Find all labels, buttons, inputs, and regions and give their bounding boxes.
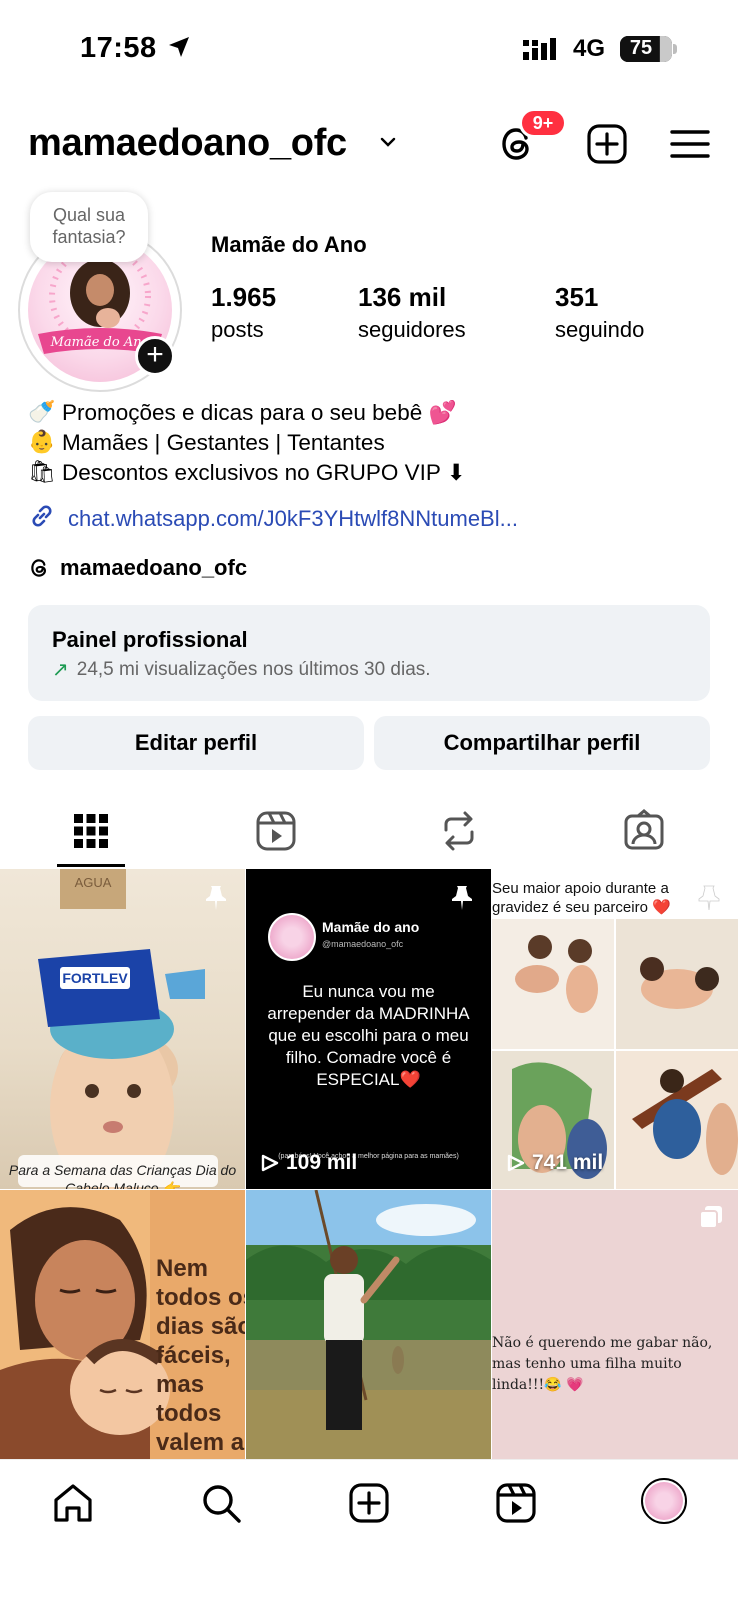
- post-brand-handle: @mamaedoano_ofc: [322, 939, 404, 949]
- bio-text: Mamães | Gestantes | Tentantes: [62, 430, 385, 455]
- battery-nub: [673, 44, 677, 54]
- menu-icon[interactable]: [668, 122, 712, 166]
- post-thumbnail[interactable]: Seu maior apoio durante a gravidez é seu…: [492, 869, 738, 1189]
- reels-icon[interactable]: [493, 1480, 539, 1526]
- tagged-tab-icon[interactable]: [621, 808, 667, 854]
- bucket-text: FORTLEV: [62, 970, 128, 986]
- status-bar: 17:58 4G 75: [0, 0, 738, 100]
- profile-note-bubble[interactable]: Qual sua fantasia?: [30, 192, 148, 262]
- battery-icon: 75: [620, 36, 672, 62]
- chevron-down-icon[interactable]: [380, 136, 396, 148]
- baby-bottle-icon: 🍼: [28, 400, 56, 425]
- professional-dashboard[interactable]: Painel profissional ↗ 24,5 mi visualizaç…: [28, 605, 710, 701]
- post-image: [492, 919, 738, 1189]
- clock: 17:58: [80, 32, 157, 64]
- post-thumbnail[interactable]: Nem todos os dias são fáceis, mas todos …: [0, 1190, 245, 1459]
- home-icon[interactable]: [50, 1480, 96, 1526]
- stat-label: posts: [211, 317, 264, 342]
- view-count-text: 109 mil: [286, 1151, 358, 1174]
- posts-grid: AGUA FORTLEV Para a Semana das Crianças …: [0, 869, 738, 1459]
- bio: 🍼 Promoções e dicas para o seu bebê 💕 👶 Ma…: [28, 398, 466, 488]
- view-count-text: 741 mil: [532, 1151, 604, 1174]
- avatar: [645, 1482, 683, 1520]
- add-story-button[interactable]: +: [135, 336, 175, 376]
- baby-icon: 👶: [28, 430, 56, 455]
- stat-posts[interactable]: 1.965 posts: [211, 282, 276, 343]
- pin-icon: [206, 886, 226, 910]
- dashboard-subtitle: ↗ 24,5 mi visualizações nos últimos 30 d…: [52, 657, 686, 682]
- post-image: AGUA FORTLEV: [18, 869, 218, 1189]
- post-brand-name: Mamãe do ano: [322, 919, 420, 935]
- display-name: Mamãe do Ano: [211, 232, 367, 257]
- view-count: 109 mil: [260, 1151, 357, 1175]
- battery-level: 75: [629, 37, 653, 59]
- post-text: Eu nunca vou me arrepender da MADRINHA q…: [267, 982, 470, 1089]
- post-caption: Para a Semana das Crianças Dia do Cabelo…: [8, 1162, 237, 1189]
- pin-icon: [698, 885, 720, 911]
- stat-value: 136 mil: [358, 282, 447, 312]
- play-icon: [261, 1154, 279, 1172]
- threads-icon: [31, 559, 47, 577]
- stat-value: 351: [555, 282, 599, 312]
- sign-text: AGUA: [75, 875, 112, 890]
- signal-icon: [523, 38, 556, 60]
- bio-link-text[interactable]: chat.whatsapp.com/J0kF3YHtwlf8NNtumeBl..…: [68, 506, 518, 532]
- threads-profile-link[interactable]: mamaedoano_ofc: [28, 555, 247, 581]
- stat-value: 1.965: [211, 282, 277, 312]
- threads-handle[interactable]: mamaedoano_ofc: [60, 555, 247, 581]
- dashboard-stats: 24,5 mi visualizações nos últimos 30 dia…: [76, 658, 431, 680]
- post-text: Nem todos os dias são fáceis, mas todos …: [156, 1255, 245, 1459]
- bio-line: 👶 Mamães | Gestantes | Tentantes: [28, 428, 466, 458]
- active-tab-indicator: [57, 864, 125, 867]
- post-thumbnail[interactable]: Mamãe do ano @mamaedoano_ofc Eu nunca vo…: [246, 869, 491, 1189]
- location-arrow-icon: [169, 37, 189, 57]
- profile-tab-avatar[interactable]: [641, 1478, 687, 1524]
- create-post-icon[interactable]: [585, 122, 629, 166]
- edit-profile-button[interactable]: Editar perfil: [28, 716, 364, 770]
- bio-line: 🍼 Promoções e dicas para o seu bebê 💕: [28, 398, 466, 428]
- post-brand-avatar: [268, 913, 316, 961]
- network-type: 4G: [573, 35, 606, 62]
- shopping-bags-icon: 🛍: [28, 460, 56, 485]
- notification-badge[interactable]: 9+: [519, 108, 567, 138]
- grid-tab-icon[interactable]: [68, 808, 114, 854]
- dashboard-title: Painel profissional: [52, 627, 248, 652]
- bio-text: Descontos exclusivos no GRUPO VIP ⬇: [62, 460, 466, 485]
- post-thumbnail[interactable]: [246, 1190, 491, 1459]
- reels-tab-icon[interactable]: [253, 808, 299, 854]
- reposts-tab-icon[interactable]: [436, 808, 482, 854]
- bio-link[interactable]: chat.whatsapp.com/J0kF3YHtwlf8NNtumeBl..…: [28, 502, 518, 536]
- bio-text: Promoções e dicas para o seu bebê 💕: [62, 400, 457, 425]
- play-icon: [507, 1154, 525, 1172]
- create-icon[interactable]: [346, 1480, 392, 1526]
- pin-icon: [452, 886, 472, 910]
- post-text: Não é querendo me gabar não, mas tenho u…: [492, 1335, 717, 1393]
- username-switcher[interactable]: mamaedoano_ofc: [28, 122, 347, 165]
- stat-following[interactable]: 351 seguindo: [555, 282, 644, 343]
- post-thumbnail[interactable]: Não é querendo me gabar não, mas tenho u…: [492, 1190, 738, 1459]
- share-profile-button[interactable]: Compartilhar perfil: [374, 716, 710, 770]
- search-icon[interactable]: [198, 1480, 244, 1526]
- stat-label: seguindo: [555, 317, 645, 342]
- carousel-icon: [699, 1206, 722, 1229]
- stat-label: seguidores: [358, 317, 466, 342]
- post-image: [246, 1190, 491, 1459]
- avatar-logo-text: Mamãe do Ano: [50, 335, 150, 350]
- view-count: 741 mil: [506, 1151, 603, 1175]
- link-icon: [28, 502, 56, 536]
- post-thumbnail[interactable]: AGUA FORTLEV Para a Semana das Crianças …: [0, 869, 245, 1189]
- stat-followers[interactable]: 136 mil seguidores: [358, 282, 466, 343]
- trend-up-icon: ↗: [52, 659, 69, 681]
- bio-line: 🛍 Descontos exclusivos no GRUPO VIP ⬇: [28, 458, 466, 488]
